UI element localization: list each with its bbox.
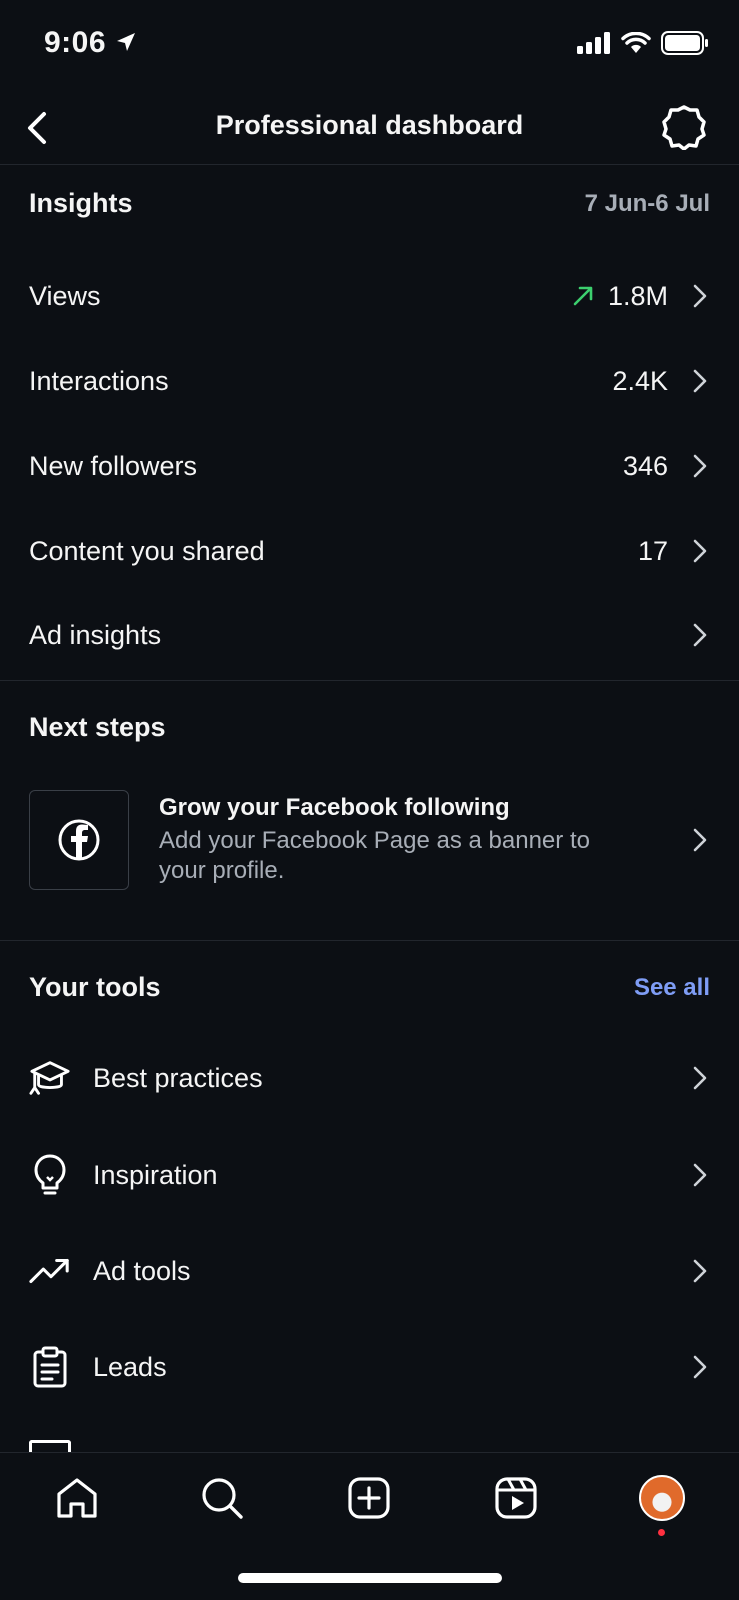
insight-value: 2.4K (612, 365, 668, 396)
status-bar: 9:06 (0, 0, 739, 90)
facebook-icon (58, 819, 100, 861)
chevron-right-icon (693, 1259, 707, 1283)
tools-title: Your tools (29, 972, 161, 1002)
divider (0, 680, 739, 681)
partial-tool-icon (29, 1440, 71, 1452)
chevron-right-icon (693, 284, 707, 308)
step-title: Grow your Facebook following (159, 794, 510, 821)
search-icon[interactable] (197, 1473, 247, 1523)
page-title: Professional dashboard (215, 110, 524, 140)
insight-row-ad-insights[interactable]: Ad insights (0, 595, 739, 675)
tool-row-leads[interactable]: Leads (0, 1322, 739, 1412)
battery-icon (661, 31, 709, 60)
lightbulb-icon (29, 1154, 71, 1196)
tool-label: Leads (93, 1351, 167, 1382)
grow-facebook-card[interactable]: Grow your Facebook following Add your Fa… (0, 780, 739, 900)
chevron-right-icon (693, 1355, 707, 1379)
status-time: 9:06 (44, 26, 107, 59)
status-indicators (577, 31, 709, 60)
gear-icon (662, 105, 706, 151)
notification-dot (658, 1529, 665, 1536)
tool-label: Best practices (93, 1062, 263, 1093)
next-steps-title: Next steps (29, 712, 166, 742)
tool-row-best-practices[interactable]: Best practices (0, 1033, 739, 1123)
insight-row-content-shared[interactable]: Content you shared 17 (0, 511, 739, 591)
chevron-right-icon (693, 623, 707, 647)
insights-header: Insights 7 Jun-6 Jul (29, 188, 710, 219)
location-arrow-icon (114, 30, 138, 59)
insight-value: 346 (622, 450, 668, 481)
chevron-right-icon (693, 539, 707, 563)
insight-label: Interactions (29, 365, 169, 396)
date-range[interactable]: 7 Jun-6 Jul (585, 190, 710, 218)
trending-up-icon (29, 1250, 71, 1292)
insight-row-new-followers[interactable]: New followers 346 (0, 426, 739, 506)
home-indicator (238, 1573, 502, 1583)
insights-title: Insights (29, 188, 133, 218)
insight-row-views[interactable]: Views 1.8M (0, 256, 739, 336)
graduation-cap-icon (29, 1057, 71, 1099)
step-description: Add your Facebook Page as a banner to yo… (159, 827, 590, 884)
profile-tab[interactable] (637, 1473, 687, 1523)
create-icon[interactable] (344, 1473, 394, 1523)
see-all-link[interactable]: See all (634, 974, 710, 1002)
clipboard-icon (29, 1346, 71, 1388)
settings-button[interactable] (661, 104, 707, 151)
insight-label: Content you shared (29, 535, 265, 566)
home-icon[interactable] (52, 1473, 102, 1523)
chevron-right-icon (693, 369, 707, 393)
reels-icon[interactable] (491, 1473, 541, 1523)
trend-up-arrow-icon (573, 286, 593, 306)
insight-value: 1.8M (607, 280, 668, 311)
wifi-icon (621, 31, 651, 59)
insight-value: 17 (637, 535, 668, 566)
chevron-right-icon (693, 1066, 707, 1090)
avatar (639, 1475, 685, 1521)
tool-row-ad-tools[interactable]: Ad tools (0, 1226, 739, 1316)
cellular-signal-icon (577, 32, 611, 59)
tool-row-inspiration[interactable]: Inspiration (0, 1130, 739, 1220)
insight-row-interactions[interactable]: Interactions 2.4K (0, 341, 739, 421)
divider (0, 940, 739, 941)
chevron-right-icon (693, 454, 707, 478)
insight-label: New followers (29, 450, 198, 481)
insight-label: Views (29, 280, 101, 311)
tool-label: Ad tools (93, 1255, 191, 1286)
tool-label: Inspiration (93, 1159, 218, 1190)
nav-header: Professional dashboard (0, 90, 739, 165)
tools-header: Your tools See all (29, 972, 710, 1003)
chevron-right-icon (693, 828, 707, 852)
chevron-right-icon (693, 1163, 707, 1187)
next-steps-header: Next steps (29, 712, 710, 743)
facebook-icon-box (29, 790, 129, 890)
insight-label: Ad insights (29, 619, 162, 650)
